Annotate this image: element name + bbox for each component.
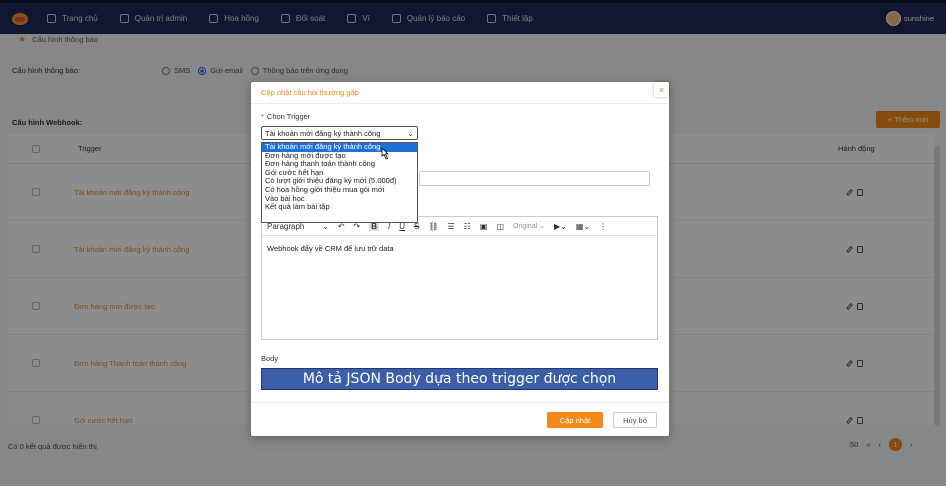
table-icon[interactable]: ▦⌄ (576, 222, 590, 231)
update-modal: Cập nhật câu hỏi thường gặp × * Chọn Trig… (251, 82, 669, 436)
json-body-banner: Mô tả JSON Body dựa theo trigger được ch… (261, 368, 658, 390)
bullet-list-icon[interactable]: ☰ (448, 222, 455, 231)
close-icon[interactable]: × (654, 82, 669, 97)
media-icon[interactable]: ▶⌄ (554, 222, 567, 231)
modal-footer (251, 402, 669, 436)
dropdown-option[interactable]: Kết quả làm bài tập (262, 203, 417, 212)
name-input[interactable] (419, 171, 650, 186)
editor-content[interactable]: Webhook đẩy về CRM để lưu trữ data (261, 236, 658, 340)
link-icon[interactable]: ⛓ (428, 222, 438, 231)
chevron-down-icon: ⌄ (407, 129, 414, 138)
image-size-select[interactable]: Original ⌄ (513, 222, 545, 231)
image-resize-icon[interactable]: ◫ (496, 222, 504, 231)
modal-title: Cập nhật câu hỏi thường gặp (251, 82, 669, 104)
trigger-select[interactable]: Tài khoản mới đăng ký thành công ⌄ (261, 126, 418, 140)
body-label: Body (261, 354, 279, 363)
image-icon[interactable]: ▣ (480, 222, 488, 231)
update-button[interactable]: Cập nhật (547, 412, 603, 428)
numbered-list-icon[interactable]: ☷ (464, 222, 471, 231)
cancel-button[interactable]: Hủy bỏ (613, 412, 657, 428)
more-icon[interactable]: ⋮ (599, 222, 607, 231)
trigger-dropdown-list: Tài khoản mới đăng ký thành công Đơn hàn… (261, 142, 418, 223)
required-mark: * (261, 112, 264, 121)
trigger-label: * Chọn Trigger (261, 112, 311, 121)
